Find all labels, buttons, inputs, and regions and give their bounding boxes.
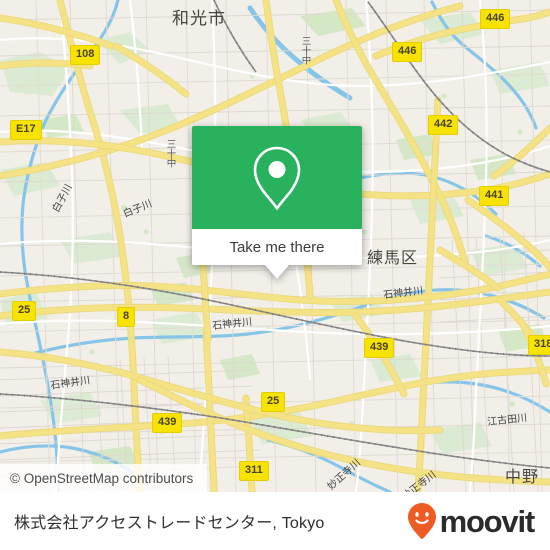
map-canvas[interactable]: .park { fill:#cfe6c0; } .park2 { fill:#d… — [0, 0, 550, 492]
moovit-logo[interactable]: moovit — [407, 502, 536, 540]
moovit-smiley-pin-icon — [407, 503, 436, 539]
road-shield-311: 311 — [239, 461, 269, 481]
location-title: 株式会社アクセストレードセンター, Tokyo — [14, 515, 325, 532]
road-shield-e17: E17 — [10, 120, 42, 140]
road-shield-108: 108 — [70, 45, 101, 65]
popup-body: Take me there — [192, 126, 362, 265]
map-popup[interactable]: Take me there — [192, 126, 362, 279]
road-shield-318: 318 — [528, 335, 550, 355]
popup-header — [192, 126, 362, 229]
road-shield-439-left: 439 — [152, 413, 183, 433]
moovit-map-screenshot: .park { fill:#cfe6c0; } .park2 { fill:#d… — [0, 0, 550, 550]
popup-tail — [265, 265, 289, 279]
road-shield-446-right: 446 — [480, 9, 511, 29]
road-shield-446-left: 446 — [392, 42, 423, 62]
footer-bar: 株式会社アクセストレードセンター, Tokyo moovit — [0, 492, 550, 550]
road-shield-441: 441 — [479, 186, 510, 206]
osm-attribution[interactable]: © OpenStreetMap contributors — [0, 464, 208, 492]
road-shield-8: 8 — [117, 307, 136, 327]
road-shield-25-mid: 25 — [261, 392, 286, 412]
road-shield-439-right: 439 — [364, 338, 395, 358]
map-pin-icon — [253, 146, 301, 210]
road-shield-25-left: 25 — [12, 301, 37, 321]
road-shield-442: 442 — [428, 115, 459, 135]
moovit-wordmark: moovit — [439, 503, 536, 539]
take-me-there-button[interactable]: Take me there — [192, 229, 362, 265]
